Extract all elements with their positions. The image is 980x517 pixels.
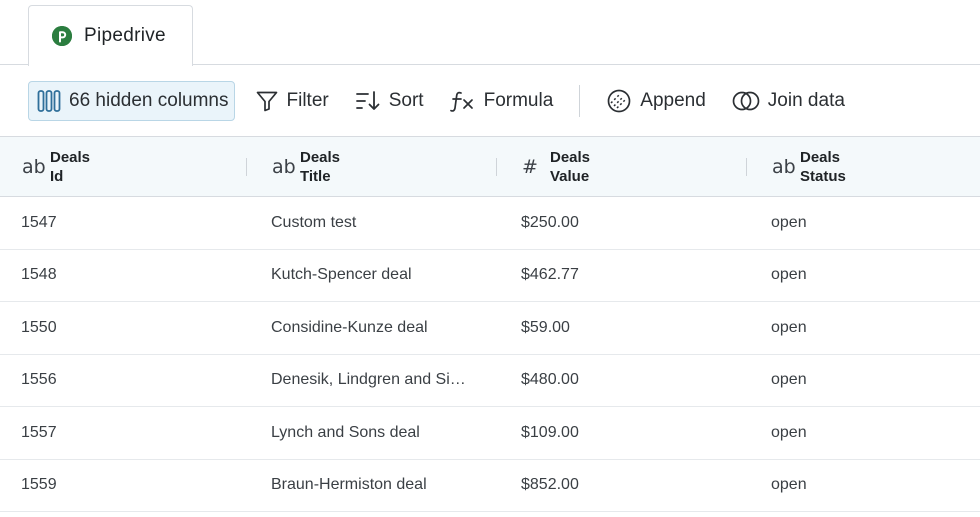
tab-label: Pipedrive [84, 25, 166, 46]
cell-deals-title[interactable]: Considine-Kunze deal [250, 319, 500, 337]
tab-bar: Pipedrive [0, 0, 980, 66]
data-table: ab Deals Id ab Deals Title # Deals Value [0, 136, 980, 512]
cell-deals-value[interactable]: $59.00 [500, 319, 750, 337]
cell-deals-value[interactable]: $109.00 [500, 424, 750, 442]
table-row: 1548 Kutch-Spencer deal $462.77 open [0, 250, 980, 302]
append-label: Append [640, 90, 706, 111]
column-header-line1: Deals [550, 148, 591, 166]
column-resize-handle[interactable] [246, 158, 247, 176]
formula-button[interactable]: Formula [444, 81, 560, 121]
column-resize-handle[interactable] [746, 158, 747, 176]
columns-icon [37, 90, 61, 112]
column-header-deals-value[interactable]: # Deals Value [500, 137, 750, 196]
table-row: 1547 Custom test $250.00 open [0, 197, 980, 250]
cell-deals-status[interactable]: open [750, 371, 980, 389]
cell-deals-value[interactable]: $480.00 [500, 371, 750, 389]
join-icon [732, 91, 760, 111]
cell-deals-id[interactable]: 1547 [0, 214, 250, 232]
sort-button[interactable]: Sort [349, 81, 430, 121]
column-header-deals-title[interactable]: ab Deals Title [250, 137, 500, 196]
cell-deals-status[interactable]: open [750, 214, 980, 232]
column-header-line1: Deals [300, 148, 341, 166]
number-type-icon: # [522, 155, 538, 178]
cell-deals-title[interactable]: Denesik, Lindgren and Si… [250, 371, 500, 389]
column-header-line2: Status [800, 167, 846, 185]
column-header-deals-id[interactable]: ab Deals Id [0, 137, 250, 196]
cell-deals-title[interactable]: Braun-Hermiston deal [250, 476, 500, 494]
column-header-deals-status[interactable]: ab Deals Status [750, 137, 980, 196]
cell-deals-title[interactable]: Custom test [250, 214, 500, 232]
cell-deals-status[interactable]: open [750, 319, 980, 337]
cell-deals-value[interactable]: $852.00 [500, 476, 750, 494]
table-row: 1557 Lynch and Sons deal $109.00 open [0, 407, 980, 460]
table-row: 1559 Braun-Hermiston deal $852.00 open [0, 460, 980, 512]
text-type-icon: ab [272, 155, 296, 178]
cell-deals-value[interactable]: $250.00 [500, 214, 750, 232]
text-type-icon: ab [772, 155, 796, 178]
hidden-columns-label: 66 hidden columns [69, 90, 229, 111]
cell-deals-title[interactable]: Kutch-Spencer deal [250, 266, 500, 284]
column-header-line2: Title [300, 167, 331, 185]
cell-deals-id[interactable]: 1550 [0, 319, 250, 337]
formula-label: Formula [483, 90, 554, 111]
toolbar-divider [579, 85, 581, 117]
filter-icon [256, 91, 277, 112]
table-row: 1556 Denesik, Lindgren and Si… $480.00 o… [0, 355, 980, 407]
pipedrive-logo-icon [52, 26, 72, 46]
column-resize-handle[interactable] [496, 158, 497, 176]
column-header-line2: Id [50, 167, 64, 185]
cell-deals-id[interactable]: 1557 [0, 424, 250, 442]
join-data-button[interactable]: Join data [726, 81, 851, 121]
cell-deals-status[interactable]: open [750, 476, 980, 494]
filter-label: Filter [286, 90, 329, 111]
cell-deals-status[interactable]: open [750, 266, 980, 284]
column-header-line1: Deals [50, 148, 91, 166]
cell-deals-id[interactable]: 1548 [0, 266, 250, 284]
hidden-columns-button[interactable]: 66 hidden columns [28, 81, 235, 121]
table-row: 1550 Considine-Kunze deal $59.00 open [0, 302, 980, 355]
toolbar: 66 hidden columns Filter Sort Formula Ap… [0, 66, 980, 136]
function-icon [449, 91, 473, 112]
tab-pipedrive[interactable]: Pipedrive [28, 5, 193, 66]
sort-label: Sort [388, 90, 424, 111]
sort-icon [355, 91, 380, 110]
filter-button[interactable]: Filter [249, 81, 335, 121]
column-header-line1: Deals [800, 148, 841, 166]
cell-deals-id[interactable]: 1556 [0, 371, 250, 389]
append-button[interactable]: Append [600, 81, 712, 121]
cell-deals-id[interactable]: 1559 [0, 476, 250, 494]
table-header: ab Deals Id ab Deals Title # Deals Value [0, 136, 980, 197]
text-type-icon: ab [22, 155, 46, 178]
column-header-line2: Value [550, 167, 590, 185]
cell-deals-status[interactable]: open [750, 424, 980, 442]
append-icon [607, 89, 631, 113]
cell-deals-value[interactable]: $462.77 [500, 266, 750, 284]
cell-deals-title[interactable]: Lynch and Sons deal [250, 424, 500, 442]
join-data-label: Join data [767, 90, 845, 111]
